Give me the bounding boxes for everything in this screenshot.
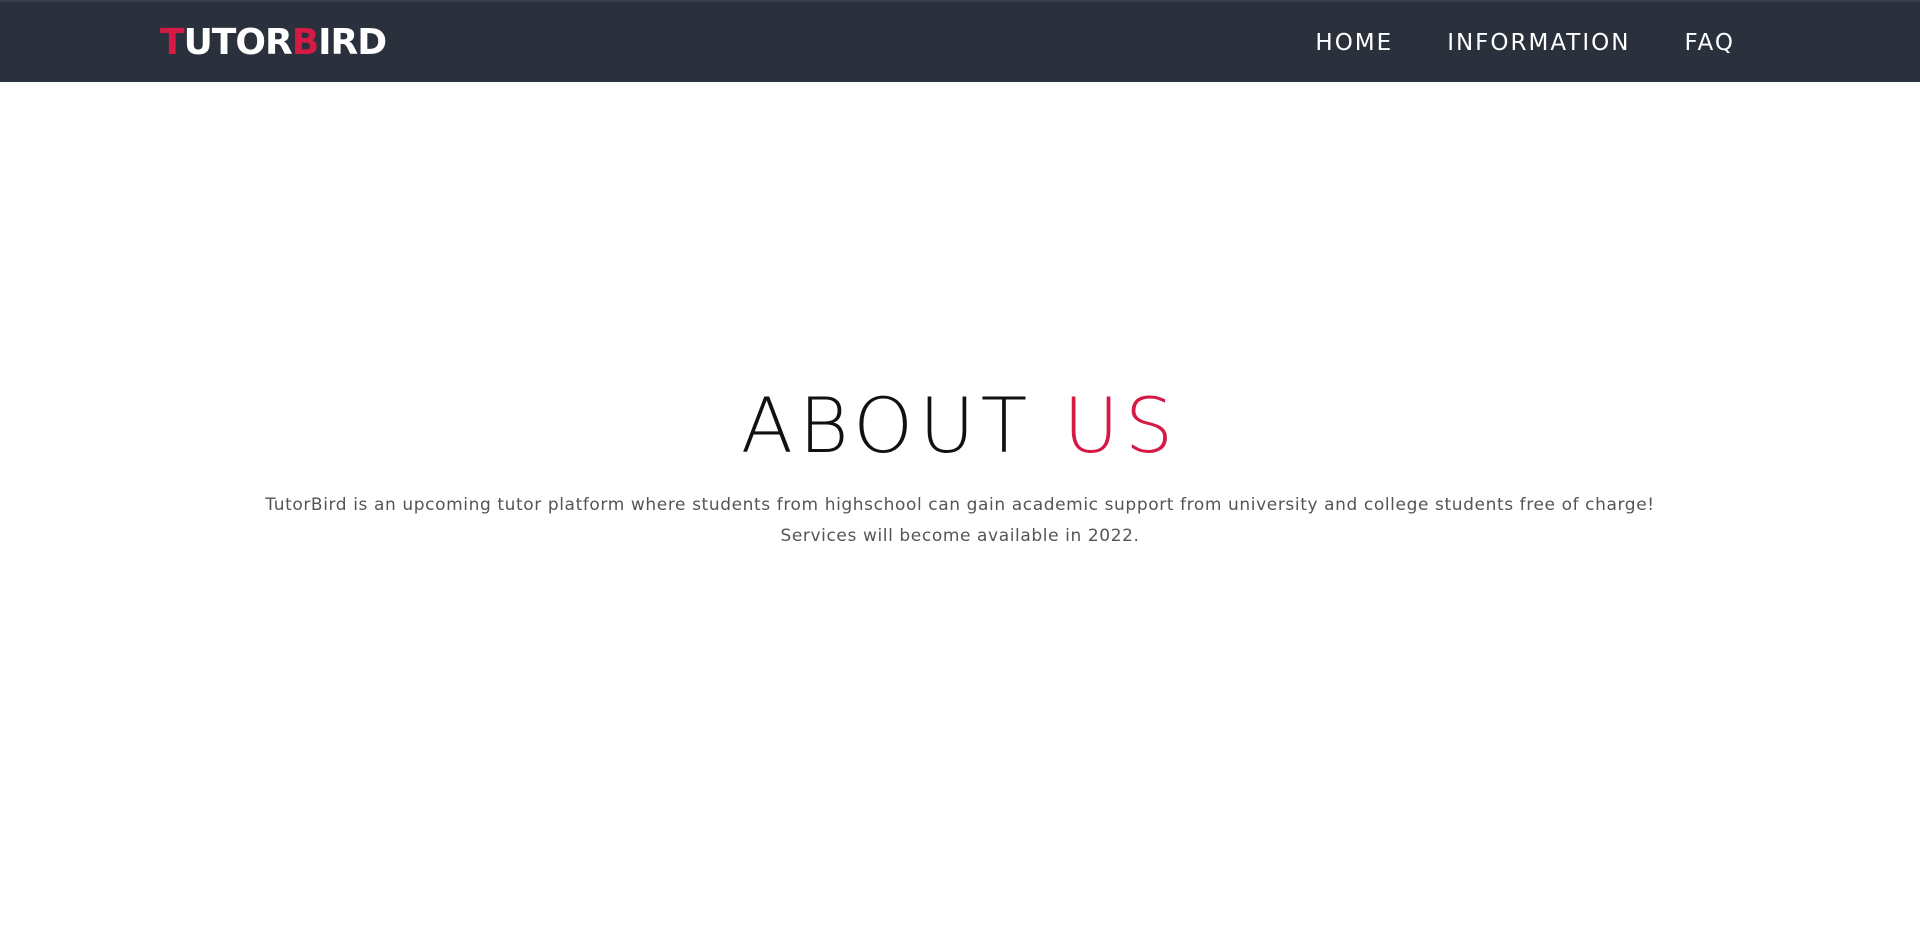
nav-link-faq[interactable]: FAQ <box>1684 30 1735 56</box>
about-title: ABOUT US <box>0 378 1920 474</box>
about-title-main: ABOUT <box>740 381 1064 470</box>
logo-text-utor: UTOR <box>183 22 293 63</box>
nav-link-information[interactable]: INFORMATION <box>1447 30 1630 56</box>
about-title-accent: US <box>1063 381 1180 470</box>
about-description-line-2: Services will become available in 2022. <box>780 526 1140 546</box>
nav-link-home[interactable]: HOME <box>1315 30 1393 56</box>
logo-accent-b: B <box>291 22 319 63</box>
about-description-line-1: TutorBird is an upcoming tutor platform … <box>265 495 1655 515</box>
logo-text-ird: IRD <box>318 22 387 63</box>
about-section: ABOUT US TutorBird is an upcoming tutor … <box>0 378 1920 552</box>
about-description: TutorBird is an upcoming tutor platform … <box>0 490 1920 552</box>
logo-accent-t: T <box>160 22 185 63</box>
main-nav: HOME INFORMATION FAQ <box>1315 2 1735 84</box>
logo-link[interactable]: TUTORBIRD <box>160 22 387 64</box>
top-navbar: TUTORBIRD HOME INFORMATION FAQ <box>0 0 1920 82</box>
